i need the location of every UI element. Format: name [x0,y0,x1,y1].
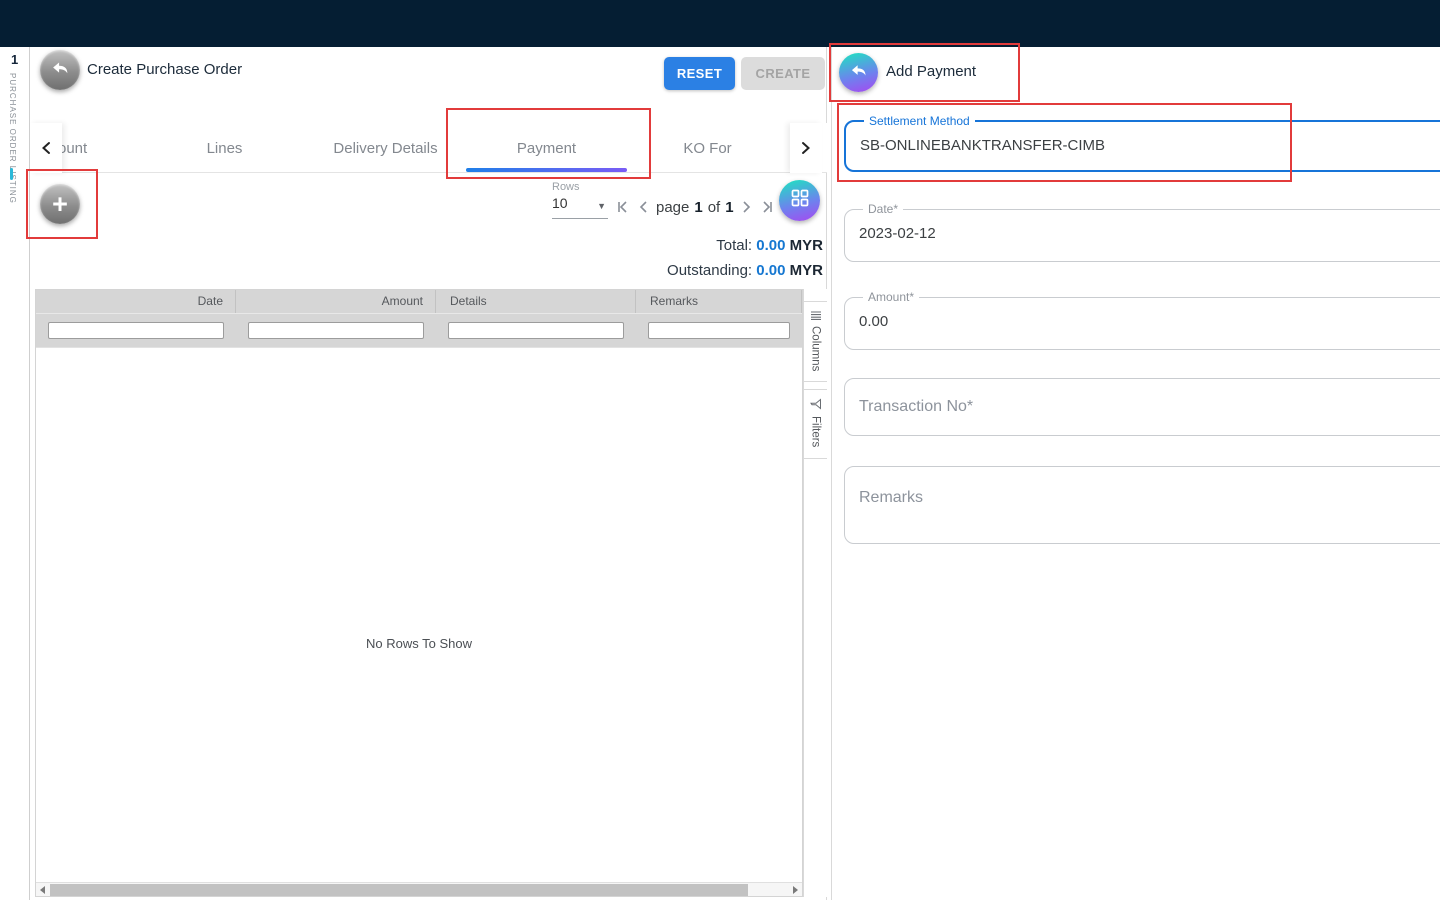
filter-cell-date [36,314,236,347]
table-body: No Rows To Show [36,347,802,882]
settlement-method-field[interactable]: Settlement Method SB-ONLINEBANKTRANSFER-… [844,114,1440,172]
rail-purchase-order-listing-label[interactable]: PURCHASE ORDER LISTING [8,73,17,204]
chevron-right-icon [800,141,812,155]
tab-delivery-details[interactable]: Delivery Details [305,123,466,173]
transaction-no-label: Transaction No* [845,398,973,416]
pagination: page 1 of 1 [615,195,775,219]
total-label: Total: [716,237,752,254]
tab-bar: ount Lines Delivery Details Payment KO F… [30,123,827,173]
settlement-method-value[interactable]: SB-ONLINEBANKTRANSFER-CIMB [858,128,1440,154]
back-arrow-icon [49,57,71,84]
horizontal-scrollbar [36,882,802,896]
add-payment-panel: Add Payment Settlement Method SB-ONLINEB… [831,47,1440,900]
column-header-date[interactable]: Date [36,290,236,313]
date-field[interactable]: Date* 2023-02-12 [844,202,1440,262]
scrollbar-thumb[interactable] [50,884,748,896]
column-header-remarks[interactable]: Remarks [636,290,802,313]
filter-input-date[interactable] [48,322,224,339]
table-header-row: Date Amount Details Remarks [36,290,802,313]
first-page-button[interactable] [615,200,630,214]
rail-scroll-thumb[interactable] [10,168,13,180]
column-header-amount[interactable]: Amount [236,290,436,313]
transaction-no-field[interactable]: Transaction No* [844,378,1440,436]
tab-payment[interactable]: Payment [466,123,627,173]
tab-ko-for[interactable]: KO For [627,123,788,173]
reset-button[interactable]: RESET [664,57,735,90]
scroll-left-arrow[interactable] [36,883,49,897]
rows-per-page-label: Rows [552,181,580,193]
empty-table-message: No Rows To Show [36,636,802,651]
tab-lines[interactable]: Lines [144,123,305,173]
payments-table: Date Amount Details Remarks No Rows To S… [35,289,803,897]
grid-tool-strip: Columns Filters [803,289,827,897]
total-pages-number: 1 [725,199,733,216]
filters-panel-tab[interactable]: Filters [804,389,827,458]
plus-icon: + [52,186,68,222]
tabs-scroll-left-button[interactable] [30,123,62,173]
total-currency: MYR [790,237,823,254]
remarks-field[interactable]: Remarks [844,466,1440,544]
add-payment-row-button[interactable]: + [40,184,80,224]
date-label: Date* [863,202,903,216]
grid-view-button[interactable] [779,180,820,221]
next-page-button[interactable] [741,200,753,214]
filter-cell-details [436,314,636,347]
settlement-method-label: Settlement Method [864,114,975,128]
scrollbar-track[interactable] [49,883,789,897]
previous-page-button[interactable] [637,200,649,214]
add-payment-title: Add Payment [886,63,976,80]
page-word: page [656,199,689,216]
filter-input-details[interactable] [448,322,624,339]
caret-down-icon: ▼ [597,201,606,211]
filter-input-remarks[interactable] [648,322,790,339]
current-page-number: 1 [694,199,702,216]
filters-tab-label: Filters [810,416,822,447]
triangle-right-icon [793,886,798,894]
outstanding-line: Outstanding: 0.00 MYR [667,258,823,283]
page-title: Create Purchase Order [87,61,242,78]
total-line: Total: 0.00 MYR [667,233,823,258]
columns-icon [810,310,822,320]
of-word: of [708,199,721,216]
column-header-details[interactable]: Details [436,290,636,313]
totals-summary: Total: 0.00 MYR Outstanding: 0.00 MYR [667,233,823,283]
outstanding-value: 0.00 [756,262,785,279]
columns-tab-label: Columns [810,326,822,371]
table-filter-row [36,313,802,347]
filter-cell-amount [236,314,436,347]
remarks-label: Remarks [845,489,923,506]
amount-field[interactable]: Amount* 0.00 [844,290,1440,350]
create-button[interactable]: CREATE [741,57,825,90]
rows-per-page-select[interactable]: 10 ▼ [552,195,608,219]
filter-input-amount[interactable] [248,322,424,339]
rows-per-page-value: 10 [552,195,568,211]
grid-2x2-icon [790,188,810,213]
rail-step-number: 1 [11,52,18,67]
amount-label: Amount* [863,290,919,304]
outstanding-currency: MYR [790,262,823,279]
back-button[interactable] [40,50,80,90]
outstanding-label: Outstanding: [667,262,752,279]
tab-amount-clipped[interactable]: ount [58,123,87,173]
tabs-scroll-right-button[interactable] [790,123,822,173]
columns-panel-tab[interactable]: Columns [804,301,827,382]
scroll-right-arrow[interactable] [789,883,802,897]
add-payment-back-button[interactable] [839,53,878,92]
purchase-order-pane: Create Purchase Order RESET CREATE ount … [30,47,827,900]
filter-cell-remarks [636,314,802,347]
breadcrumb-rail: 1 PURCHASE ORDER LISTING [0,47,30,900]
total-value: 0.00 [756,237,785,254]
last-page-button[interactable] [760,200,775,214]
triangle-left-icon [40,886,45,894]
chevron-left-icon [40,141,52,155]
filter-funnel-icon [810,398,822,410]
app-header-bar [0,0,1440,47]
date-value[interactable]: 2023-02-12 [857,216,1440,242]
back-arrow-icon [848,60,869,86]
active-tab-indicator [466,168,627,172]
amount-value[interactable]: 0.00 [857,304,1440,330]
page-indicator: page 1 of 1 [656,199,734,216]
